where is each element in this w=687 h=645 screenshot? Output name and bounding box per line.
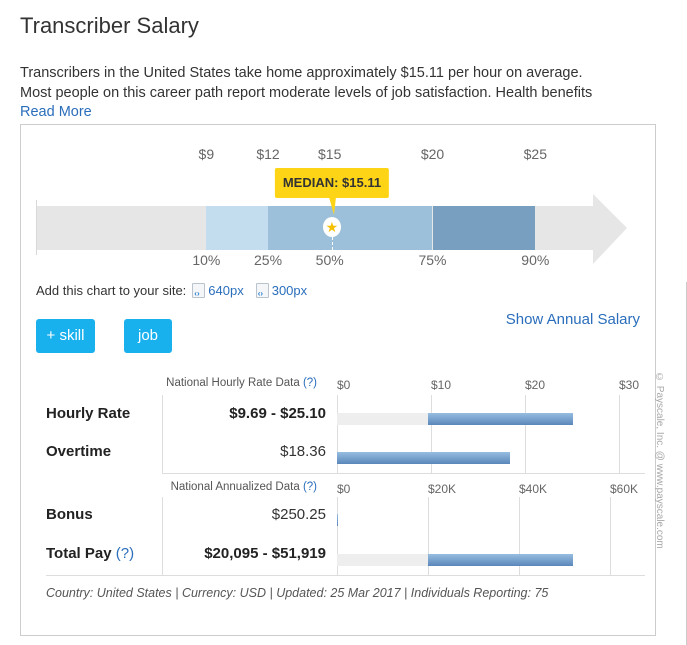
- table-divider: [162, 497, 163, 575]
- bar-background: [337, 413, 429, 425]
- description: Transcribers in the United States take h…: [20, 64, 592, 123]
- row-label-overtime: Overtime: [46, 443, 112, 460]
- percentile-segment-10-25: [206, 206, 268, 250]
- tick-label: $30: [619, 378, 640, 392]
- percentile-value-label: $15: [318, 146, 342, 162]
- row-value-bonus: $250.25: [271, 506, 326, 523]
- description-line: Most people on this career path report m…: [20, 84, 593, 101]
- read-more-link[interactable]: Read More: [20, 104, 92, 120]
- annual-section-title: National Annualized Data: [170, 481, 300, 493]
- row-label-bonus: Bonus: [46, 506, 93, 523]
- percentile-label: 25%: [254, 252, 283, 268]
- code-file-icon[interactable]: ‹›: [192, 283, 206, 298]
- hourly-section-title: National Hourly Rate Data: [166, 377, 300, 389]
- percentile-value-label: $25: [523, 146, 547, 162]
- bar-total-pay: [428, 554, 574, 566]
- percentile-segment-25-75: [268, 206, 433, 250]
- add-skill-button[interactable]: + skill: [36, 319, 95, 353]
- median-dashed-line: [331, 237, 333, 250]
- annual-section-header: National Annualized Data (?): [171, 481, 317, 493]
- help-link[interactable]: (?): [303, 377, 317, 389]
- bar-background: [337, 554, 429, 566]
- embed-label: Add this chart to your site:: [36, 283, 187, 298]
- table-divider: [46, 575, 645, 576]
- tick-label: $20: [525, 378, 546, 392]
- description-line: Transcribers in the United States take h…: [20, 65, 583, 81]
- bar-overtime: [337, 452, 510, 464]
- job-button[interactable]: job: [124, 319, 172, 353]
- bar-hourly-rate: [428, 413, 573, 425]
- star-icon: ★: [322, 217, 341, 237]
- percentile-label: 90%: [521, 252, 550, 268]
- row-label-hourly-rate: Hourly Rate: [46, 405, 131, 422]
- percentile-label: 75%: [418, 252, 447, 268]
- bar-bonus: [337, 514, 339, 526]
- help-link[interactable]: (?): [303, 481, 317, 493]
- arrow-start-tick: [36, 200, 37, 255]
- percentile-value-label: $12: [256, 146, 280, 162]
- row-label-total-pay: Total Pay (?): [46, 545, 134, 562]
- embed-300px-link[interactable]: 300px: [272, 283, 307, 298]
- gridline: [525, 395, 526, 473]
- show-annual-salary-link[interactable]: Show Annual Salary: [506, 311, 640, 328]
- percentile-value-label: $20: [420, 146, 445, 162]
- page: Transcriber Salary Transcribers in the U…: [0, 0, 687, 645]
- total-pay-label: Total Pay: [46, 545, 112, 562]
- data-footer: Country: United States | Currency: USD |…: [46, 586, 549, 600]
- percentile-value-label: $9: [198, 146, 215, 162]
- percentile-segment-75-90: [432, 206, 536, 250]
- tick-label: $0: [337, 482, 351, 496]
- tick-label: $60K: [610, 482, 639, 496]
- gridline: [610, 497, 611, 575]
- table-divider: [162, 395, 163, 473]
- percentile-label: 50%: [315, 252, 344, 268]
- gridline: [619, 395, 620, 473]
- tick-label: $40K: [519, 482, 548, 496]
- hourly-section-header: National Hourly Rate Data (?): [166, 377, 317, 389]
- embed-chart-row: Add this chart to your site: ‹› 640px ‹›…: [36, 283, 307, 298]
- page-title: Transcriber Salary: [20, 13, 199, 38]
- code-file-icon[interactable]: ‹›: [255, 283, 269, 298]
- copyright-watermark: © Payscale, Inc. @ www.payscale.com: [654, 372, 665, 549]
- tick-label: $0: [337, 378, 351, 392]
- help-link[interactable]: (?): [116, 545, 134, 562]
- row-value-overtime: $18.36: [280, 443, 326, 460]
- tick-label: $20K: [428, 482, 457, 496]
- tick-label: $10: [431, 378, 452, 392]
- percentile-label: 10%: [192, 252, 221, 268]
- row-value-hourly-rate: $9.69 - $25.10: [229, 405, 326, 422]
- embed-640px-link[interactable]: 640px: [208, 283, 243, 298]
- median-pointer: [328, 197, 336, 215]
- row-value-total-pay: $20,095 - $51,919: [204, 545, 326, 562]
- table-divider: [162, 473, 645, 474]
- median-badge: MEDIAN: $15.11: [274, 168, 390, 198]
